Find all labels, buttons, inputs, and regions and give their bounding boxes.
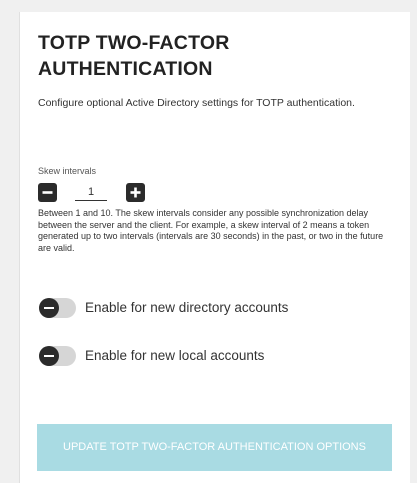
directory-accounts-label: Enable for new directory accounts bbox=[85, 300, 289, 315]
directory-accounts-toggle[interactable] bbox=[39, 298, 76, 318]
update-options-button[interactable]: UPDATE TOTP TWO-FACTOR AUTHENTICATION OP… bbox=[37, 424, 392, 471]
skew-intervals-label: Skew intervals bbox=[38, 166, 97, 176]
local-accounts-toggle[interactable] bbox=[39, 346, 76, 366]
plus-icon bbox=[130, 187, 141, 198]
panel-description: Configure optional Active Directory sett… bbox=[38, 97, 355, 109]
minus-icon bbox=[42, 191, 53, 194]
skew-intervals-help-text: Between 1 and 10. The skew intervals con… bbox=[38, 208, 384, 253]
toggle-off-icon bbox=[39, 298, 59, 318]
increment-button[interactable] bbox=[126, 183, 145, 202]
skew-intervals-input[interactable] bbox=[75, 183, 107, 201]
toggle-off-icon bbox=[39, 346, 59, 366]
local-accounts-label: Enable for new local accounts bbox=[85, 348, 265, 363]
decrement-button[interactable] bbox=[38, 183, 57, 202]
panel-title: TOTP TWO-FACTOR AUTHENTICATION bbox=[38, 32, 230, 80]
totp-settings-panel: TOTP TWO-FACTOR AUTHENTICATION Configure… bbox=[19, 12, 410, 483]
